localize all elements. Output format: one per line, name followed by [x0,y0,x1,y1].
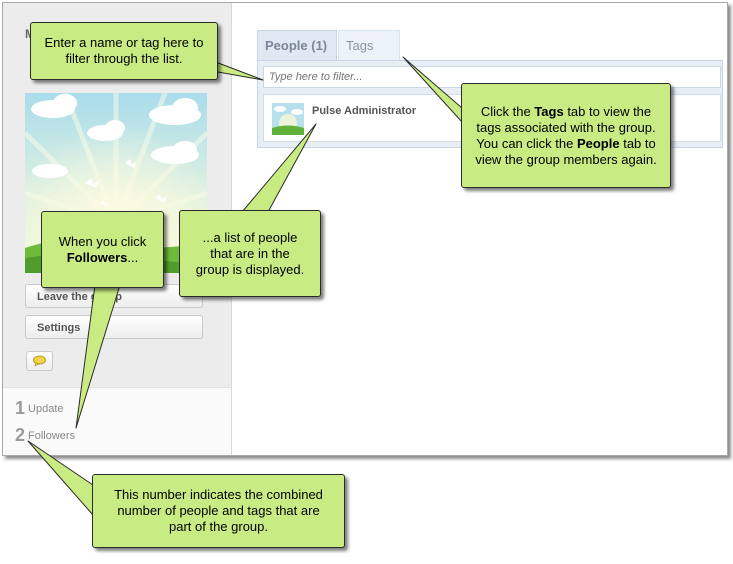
people-list-callout: ...a list of people that are in the grou… [179,210,321,297]
tags-callout-bold-people: People [576,135,620,151]
tags-callout-bold-tags: Tags [534,103,564,119]
number-callout: This number indicates the combined numbe… [92,474,345,548]
number-callout-pointer [27,440,94,516]
followers-callout-text-2: ... [127,249,139,265]
tags-callout-text-1: Click the [480,103,535,119]
followers-callout-pointer [75,284,121,429]
followers-callout-bold: Followers [66,249,128,265]
people-callout-pointer [241,123,317,213]
followers-callout-text-1: When you click [58,233,147,249]
tags-tab-callout: Click the Tags tab to view the tags asso… [461,83,671,188]
followers-callout: When you click Followers... [41,211,164,288]
filter-callout: Enter a name or tag here to filter throu… [30,22,218,80]
tags-callout-pointer [402,56,463,123]
